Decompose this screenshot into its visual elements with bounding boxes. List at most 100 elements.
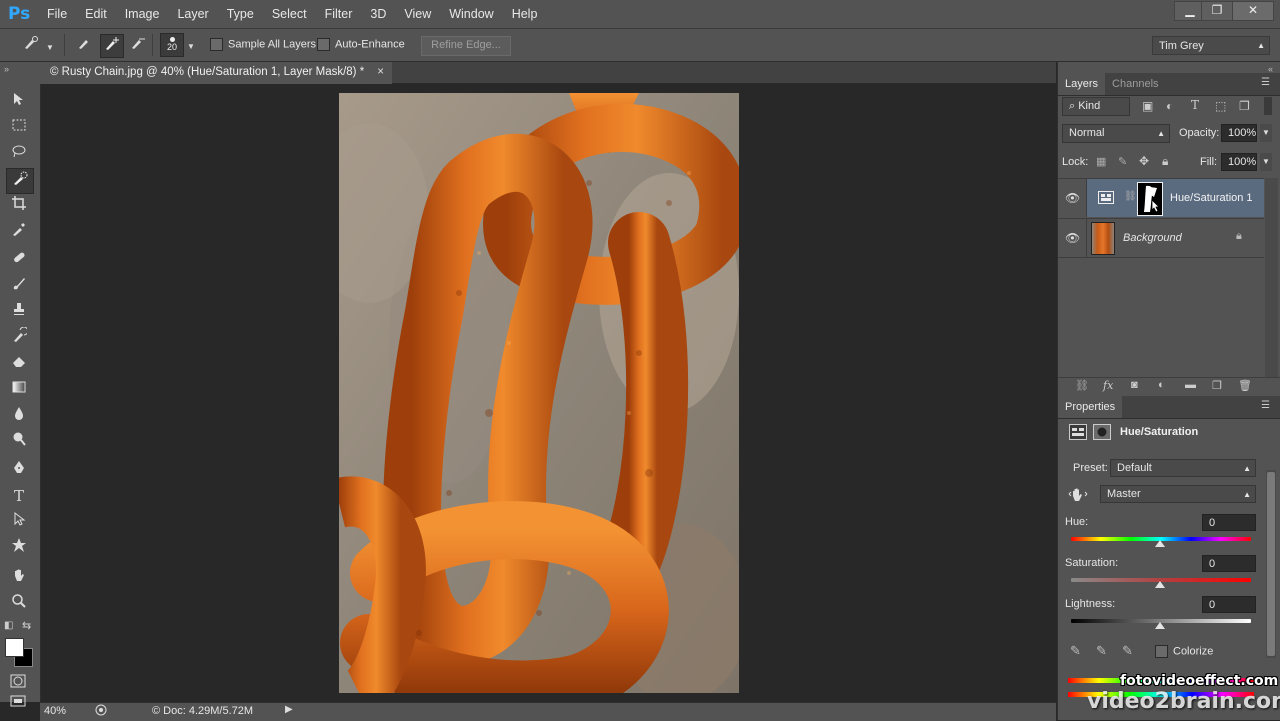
colorize-checkbox[interactable]: [1155, 645, 1168, 658]
layer-name[interactable]: Hue/Saturation 1: [1170, 192, 1253, 204]
collapse-toolbar-icon[interactable]: »: [4, 64, 9, 74]
status-menu-arrow-icon[interactable]: ▶: [285, 704, 293, 715]
subtract-from-sample-eyedropper-icon[interactable]: ✎: [1122, 643, 1133, 659]
colorize-option[interactable]: Colorize: [1155, 645, 1213, 658]
document-canvas[interactable]: [339, 93, 739, 693]
menu-type[interactable]: Type: [218, 7, 263, 21]
lock-position-icon[interactable]: ✥: [1139, 154, 1149, 168]
screen-mode-icon[interactable]: [9, 694, 27, 710]
properties-scrollbar[interactable]: [1266, 470, 1276, 658]
add-to-sample-eyedropper-icon[interactable]: ✎: [1096, 643, 1107, 659]
brush-tool-icon[interactable]: [6, 274, 32, 298]
foreground-color-swatch[interactable]: [5, 638, 24, 657]
layer-row-hue-saturation[interactable]: 👁︎ ⛓ Hue/Saturation 1: [1058, 179, 1264, 217]
layer-filter-kind[interactable]: ⌕ Kind: [1062, 97, 1130, 116]
layer-name[interactable]: Background: [1123, 232, 1182, 244]
status-info-icon[interactable]: [94, 704, 108, 716]
saturation-slider-thumb[interactable]: [1155, 581, 1165, 588]
eyedropper-tool-icon[interactable]: [6, 220, 32, 244]
quick-mask-icon[interactable]: [9, 673, 27, 689]
menu-window[interactable]: Window: [440, 7, 502, 21]
lightness-input[interactable]: 0: [1202, 596, 1256, 613]
menu-layer[interactable]: Layer: [168, 7, 217, 21]
layer-list-scrollbar[interactable]: [1265, 178, 1278, 378]
marquee-tool-icon[interactable]: [6, 116, 32, 140]
saturation-input[interactable]: 0: [1202, 555, 1256, 572]
fill-input[interactable]: 100%: [1221, 153, 1257, 171]
default-colors-icon[interactable]: ◧: [4, 620, 13, 631]
layer-mask-link-icon[interactable]: ⛓: [1124, 191, 1137, 202]
auto-enhance-checkbox[interactable]: [317, 38, 330, 51]
link-layers-icon[interactable]: ⛓: [1075, 379, 1089, 392]
close-button[interactable]: ✕: [1232, 1, 1274, 21]
new-layer-icon[interactable]: ❐: [1212, 379, 1222, 392]
lock-transparent-pixels-icon[interactable]: ▦: [1096, 155, 1106, 168]
filter-smart-objects-icon[interactable]: ❐: [1239, 99, 1250, 113]
opacity-dropdown-icon[interactable]: ▼: [1260, 124, 1272, 142]
menu-file[interactable]: File: [38, 7, 76, 21]
subtract-from-selection-brush-icon[interactable]: [127, 34, 149, 56]
menu-edit[interactable]: Edit: [76, 7, 116, 21]
menu-filter[interactable]: Filter: [316, 7, 362, 21]
fill-dropdown-icon[interactable]: ▼: [1260, 153, 1272, 171]
filter-type-layers-icon[interactable]: T: [1191, 98, 1199, 112]
zoom-tool-icon[interactable]: [6, 592, 32, 616]
quick-selection-tool-icon[interactable]: [6, 168, 34, 194]
crop-tool-icon[interactable]: [6, 194, 32, 218]
clone-stamp-tool-icon[interactable]: [6, 300, 32, 324]
pen-tool-icon[interactable]: [6, 458, 32, 482]
brush-size-picker[interactable]: 20: [160, 33, 184, 57]
menu-select[interactable]: Select: [263, 7, 316, 21]
refine-edge-button[interactable]: Refine Edge...: [421, 36, 511, 56]
filter-toggle-switch[interactable]: [1264, 97, 1272, 115]
dodge-tool-icon[interactable]: [6, 430, 32, 454]
sample-all-layers-checkbox[interactable]: [210, 38, 223, 51]
layers-panel-menu-icon[interactable]: ☰: [1261, 77, 1270, 88]
menu-help[interactable]: Help: [503, 7, 547, 21]
filter-adjustment-layers-icon[interactable]: ◐: [1166, 99, 1173, 113]
filter-pixel-layers-icon[interactable]: ▣: [1142, 99, 1153, 113]
adjustment-settings-icon[interactable]: [1069, 424, 1087, 440]
zoom-level[interactable]: 40%: [44, 705, 66, 717]
type-tool-icon[interactable]: T: [6, 484, 32, 508]
new-selection-brush-icon[interactable]: [74, 34, 96, 56]
tab-channels[interactable]: Channels: [1105, 73, 1165, 95]
hue-input[interactable]: 0: [1202, 514, 1256, 531]
lock-image-pixels-icon[interactable]: ✎: [1118, 155, 1127, 168]
delete-layer-icon[interactable]: 🗑︎: [1238, 379, 1252, 392]
adjustment-mask-icon[interactable]: [1093, 424, 1111, 440]
sample-eyedropper-icon[interactable]: ✎: [1070, 643, 1081, 659]
targeted-adjustment-hand-icon[interactable]: [1068, 486, 1088, 504]
brush-size-dropdown-icon[interactable]: ▼: [187, 42, 195, 51]
add-mask-icon[interactable]: ◙: [1131, 379, 1138, 391]
eraser-tool-icon[interactable]: [6, 352, 32, 376]
preset-select[interactable]: Default ▲: [1110, 459, 1256, 477]
channel-range-select[interactable]: Master ▲: [1100, 485, 1256, 503]
tab-layers[interactable]: Layers: [1058, 73, 1106, 95]
hand-tool-icon[interactable]: [6, 566, 32, 590]
lightness-slider-thumb[interactable]: [1155, 622, 1165, 629]
blend-mode-select[interactable]: Normal ▲: [1062, 124, 1170, 143]
lasso-tool-icon[interactable]: [6, 142, 32, 166]
layer-visibility-eye-icon[interactable]: 👁︎: [1065, 191, 1080, 205]
sample-all-layers-option[interactable]: Sample All Layers: [210, 38, 316, 51]
healing-brush-tool-icon[interactable]: [6, 248, 32, 272]
menu-3d[interactable]: 3D: [361, 7, 395, 21]
menu-view[interactable]: View: [395, 7, 440, 21]
workspace-switcher[interactable]: Tim Grey ▲: [1152, 36, 1270, 55]
new-group-icon[interactable]: ▬: [1185, 379, 1196, 391]
layer-style-fx-icon[interactable]: fx: [1103, 379, 1113, 392]
properties-scrollbar-thumb[interactable]: [1267, 472, 1275, 656]
menu-image[interactable]: Image: [116, 7, 169, 21]
layer-visibility-eye-icon[interactable]: 👁︎: [1065, 231, 1080, 245]
close-document-icon[interactable]: ×: [377, 62, 384, 83]
auto-enhance-option[interactable]: Auto-Enhance: [317, 38, 405, 51]
layer-row-background[interactable]: 👁︎ Background 🔒︎: [1058, 218, 1264, 258]
tool-preset-brush-icon[interactable]: [20, 34, 42, 56]
path-selection-tool-icon[interactable]: [6, 510, 32, 534]
opacity-input[interactable]: 100%: [1221, 124, 1257, 142]
history-brush-tool-icon[interactable]: [6, 326, 32, 350]
tool-preset-dropdown-icon[interactable]: ▼: [46, 43, 54, 52]
gradient-tool-icon[interactable]: [6, 378, 32, 402]
blur-tool-icon[interactable]: [6, 404, 32, 428]
